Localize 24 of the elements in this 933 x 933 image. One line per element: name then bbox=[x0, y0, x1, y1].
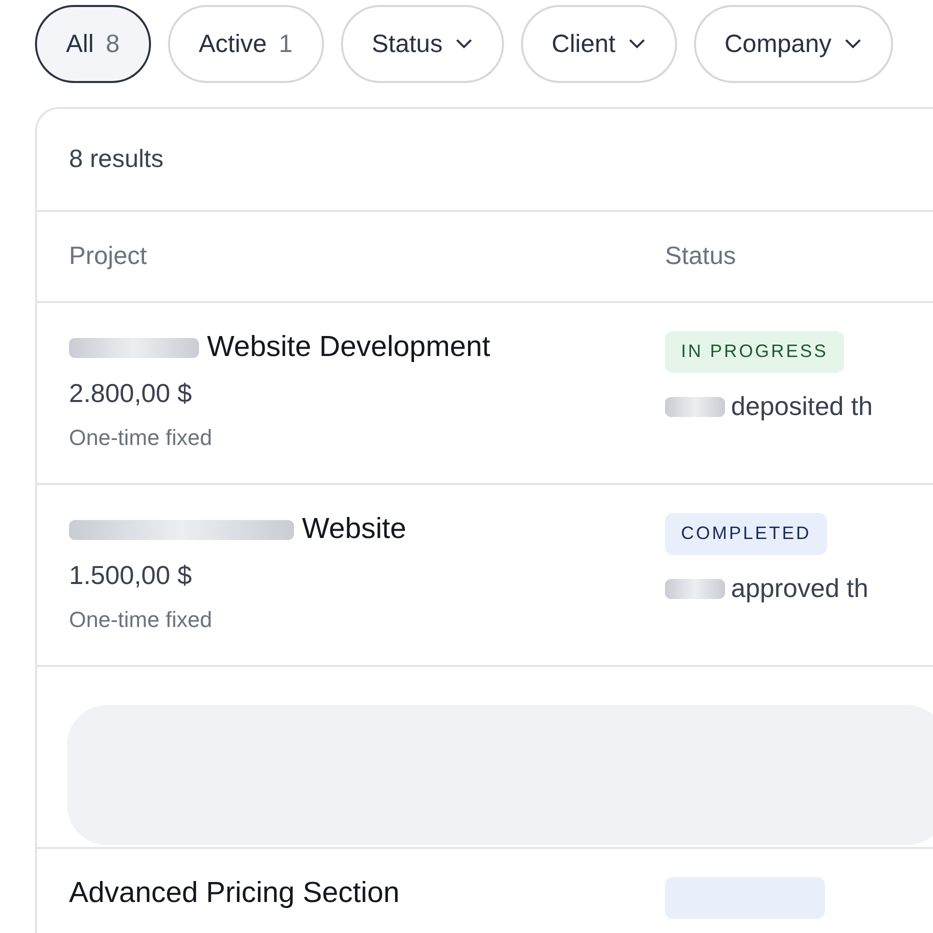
filter-chip[interactable]: Company bbox=[694, 5, 892, 83]
project-price: 1.500,00 $ bbox=[69, 560, 193, 591]
billing-type: One-time fixed bbox=[69, 607, 214, 633]
status-badge: COMPLETED bbox=[665, 513, 828, 555]
filter-chip[interactable]: All 8 bbox=[35, 5, 151, 83]
activity-text: deposited th bbox=[731, 391, 873, 422]
filter-chip[interactable]: Client bbox=[520, 5, 676, 83]
chevron-down-icon bbox=[628, 38, 646, 50]
filter-chip[interactable]: Status bbox=[340, 5, 504, 83]
chevron-down-icon bbox=[844, 38, 862, 50]
project-name[interactable]: Advanced Pricing Section bbox=[69, 877, 400, 910]
chevron-down-icon bbox=[454, 38, 473, 50]
project-name[interactable]: Website bbox=[302, 513, 406, 546]
filter-chip[interactable]: Active 1 bbox=[168, 5, 324, 83]
billing-type: One-time fixed bbox=[69, 425, 214, 451]
activity-text: approved th bbox=[731, 573, 868, 604]
filter-count: 1 bbox=[278, 30, 293, 58]
filter-count: 8 bbox=[106, 30, 120, 58]
column-header: Project bbox=[69, 242, 147, 270]
project-name[interactable]: Website Development bbox=[207, 331, 490, 364]
column-header: Status bbox=[665, 242, 736, 270]
project-price: 2.800,00 $ bbox=[69, 378, 193, 409]
status-badge: IN PROGRESS bbox=[665, 331, 844, 373]
result-count: 8 results bbox=[37, 109, 933, 212]
